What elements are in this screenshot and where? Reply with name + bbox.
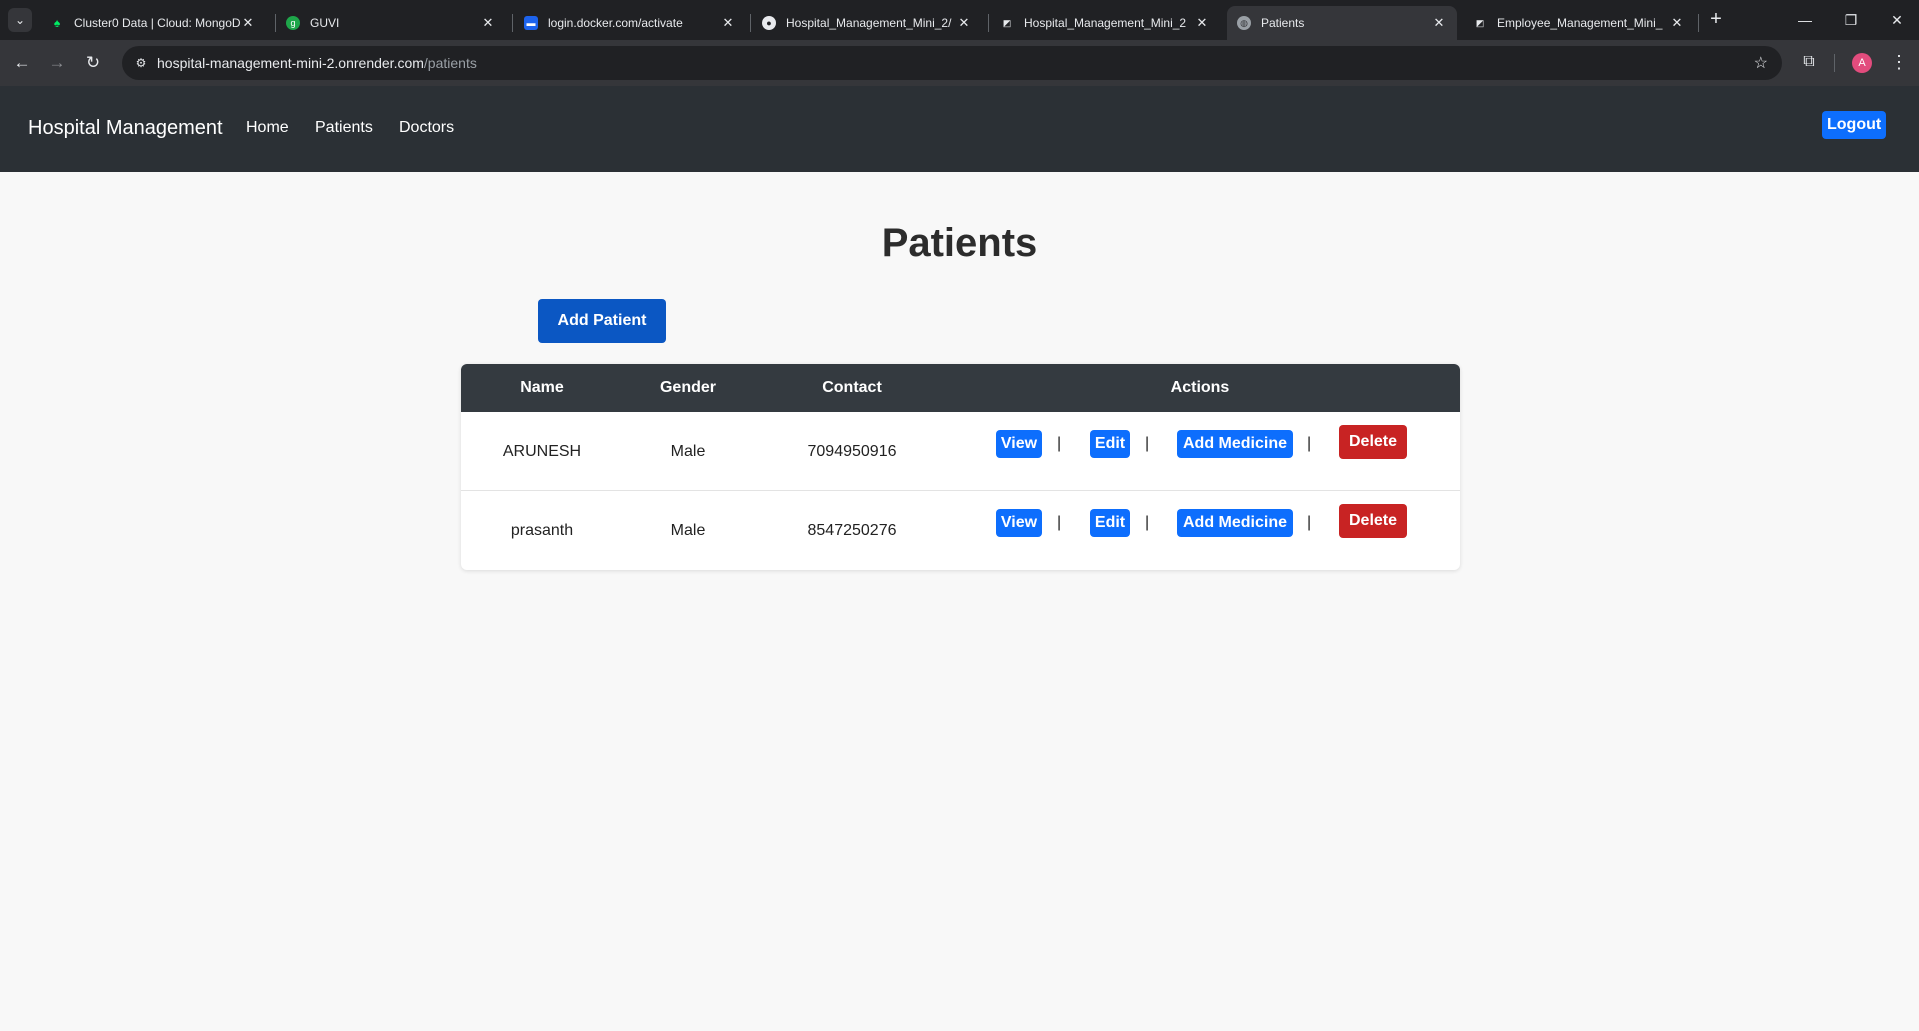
- column-header-name: Name: [520, 379, 564, 396]
- tab-docker[interactable]: ▬ login.docker.com/activate ✕: [514, 6, 746, 40]
- restore-window-icon[interactable]: ❐: [1831, 8, 1871, 32]
- cell-contact: 8547250276: [807, 522, 897, 539]
- edit-button[interactable]: Edit: [1090, 430, 1130, 458]
- column-header-actions: Actions: [1170, 379, 1230, 396]
- cell-gender: Male: [670, 522, 706, 539]
- tab-employee-management[interactable]: ◩ Employee_Management_Mini_ ✕: [1463, 6, 1695, 40]
- close-tab-icon[interactable]: ✕: [1431, 15, 1447, 31]
- action-separator: |: [1145, 514, 1150, 531]
- action-separator: |: [1057, 514, 1062, 531]
- browser-menu-icon[interactable]: ⋮: [1887, 50, 1911, 74]
- app-navbar: Hospital Management Home Patients Doctor…: [0, 86, 1919, 172]
- action-separator: |: [1057, 435, 1062, 452]
- tab-render[interactable]: ◩ Hospital_Management_Mini_2 ✕: [990, 6, 1220, 40]
- tab-title: Patients: [1261, 16, 1305, 30]
- nav-doctors[interactable]: Doctors: [399, 119, 454, 137]
- action-separator: |: [1307, 435, 1312, 452]
- render-icon: ◩: [1475, 17, 1485, 28]
- table-row: ARUNESH Male 7094950916 View | Edit | Ad…: [461, 412, 1460, 491]
- tab-github[interactable]: ● Hospital_Management_Mini_2/ ✕: [752, 6, 982, 40]
- tab-search-chevron-icon[interactable]: ⌄: [8, 8, 32, 32]
- address-bar[interactable]: ⚙ hospital-management-mini-2.onrender.co…: [122, 46, 1782, 80]
- profile-avatar[interactable]: A: [1852, 53, 1872, 73]
- action-separator: |: [1307, 514, 1312, 531]
- mongodb-leaf-icon: ♠: [53, 16, 61, 30]
- column-header-contact: Contact: [822, 379, 882, 396]
- close-tab-icon[interactable]: ✕: [720, 15, 736, 31]
- close-tab-icon[interactable]: ✕: [240, 15, 256, 31]
- table-header: Name Gender Contact Actions: [461, 364, 1460, 412]
- docker-icon: ▬: [524, 16, 538, 30]
- close-tab-icon[interactable]: ✕: [956, 15, 972, 31]
- brand-title[interactable]: Hospital Management: [28, 117, 223, 140]
- tab-patients[interactable]: ◍ Patients ✕: [1227, 6, 1457, 40]
- tab-title: Employee_Management_Mini_: [1497, 16, 1663, 30]
- delete-button[interactable]: Delete: [1339, 504, 1407, 538]
- close-tab-icon[interactable]: ✕: [1194, 15, 1210, 31]
- globe-icon: ◍: [1237, 16, 1251, 30]
- browser-toolbar: ← → ↻ ⚙ hospital-management-mini-2.onren…: [0, 40, 1919, 86]
- minimize-icon[interactable]: —: [1785, 8, 1825, 32]
- forward-arrow-icon[interactable]: →: [45, 51, 69, 75]
- delete-button[interactable]: Delete: [1339, 425, 1407, 459]
- close-window-icon[interactable]: ✕: [1877, 8, 1917, 32]
- edit-button[interactable]: Edit: [1090, 509, 1130, 537]
- tab-title: login.docker.com/activate: [548, 16, 683, 30]
- cell-name: prasanth: [510, 522, 574, 539]
- page-title: Patients: [881, 221, 1038, 265]
- browser-tab-strip: ⌄ ♠ Cluster0 Data | Cloud: MongoDB ✕ g G…: [0, 0, 1919, 40]
- logout-button[interactable]: Logout: [1822, 111, 1887, 139]
- add-patient-button[interactable]: Add Patient: [538, 299, 666, 343]
- github-icon: ●: [762, 16, 776, 30]
- close-tab-icon[interactable]: ✕: [1669, 15, 1685, 31]
- tab-title: Cluster0 Data | Cloud: MongoDB: [74, 16, 240, 30]
- close-tab-icon[interactable]: ✕: [480, 15, 496, 31]
- cell-name: ARUNESH: [502, 443, 582, 460]
- tab-title: Hospital_Management_Mini_2/: [786, 16, 952, 30]
- view-button[interactable]: View: [996, 509, 1042, 537]
- action-separator: |: [1145, 435, 1150, 452]
- extensions-puzzle-icon[interactable]: ⧉: [1797, 50, 1821, 74]
- render-icon: ◩: [1002, 17, 1012, 28]
- tab-guvi[interactable]: g GUVI ✕: [276, 6, 506, 40]
- cell-gender: Male: [670, 443, 706, 460]
- tab-mongodb[interactable]: ♠ Cluster0 Data | Cloud: MongoDB ✕: [40, 6, 266, 40]
- url-text: hospital-management-mini-2.onrender.com/…: [157, 55, 477, 71]
- patients-table: Name Gender Contact Actions ARUNESH Male…: [461, 364, 1460, 570]
- column-header-gender: Gender: [659, 379, 716, 396]
- tab-title: Hospital_Management_Mini_2: [1024, 16, 1187, 30]
- back-arrow-icon[interactable]: ←: [10, 51, 34, 75]
- site-settings-icon[interactable]: ⚙: [132, 54, 150, 72]
- table-row: prasanth Male 8547250276 View | Edit | A…: [461, 491, 1460, 570]
- cell-contact: 7094950916: [807, 443, 897, 460]
- bookmark-star-icon[interactable]: ☆: [1754, 53, 1768, 73]
- add-medicine-button[interactable]: Add Medicine: [1177, 509, 1293, 537]
- nav-home[interactable]: Home: [246, 119, 289, 137]
- tab-title: GUVI: [310, 16, 340, 30]
- new-tab-plus-icon[interactable]: +: [1704, 8, 1728, 32]
- view-button[interactable]: View: [996, 430, 1042, 458]
- reload-icon[interactable]: ↻: [81, 51, 105, 75]
- guvi-icon: g: [286, 16, 300, 30]
- add-medicine-button[interactable]: Add Medicine: [1177, 430, 1293, 458]
- nav-patients[interactable]: Patients: [315, 119, 373, 137]
